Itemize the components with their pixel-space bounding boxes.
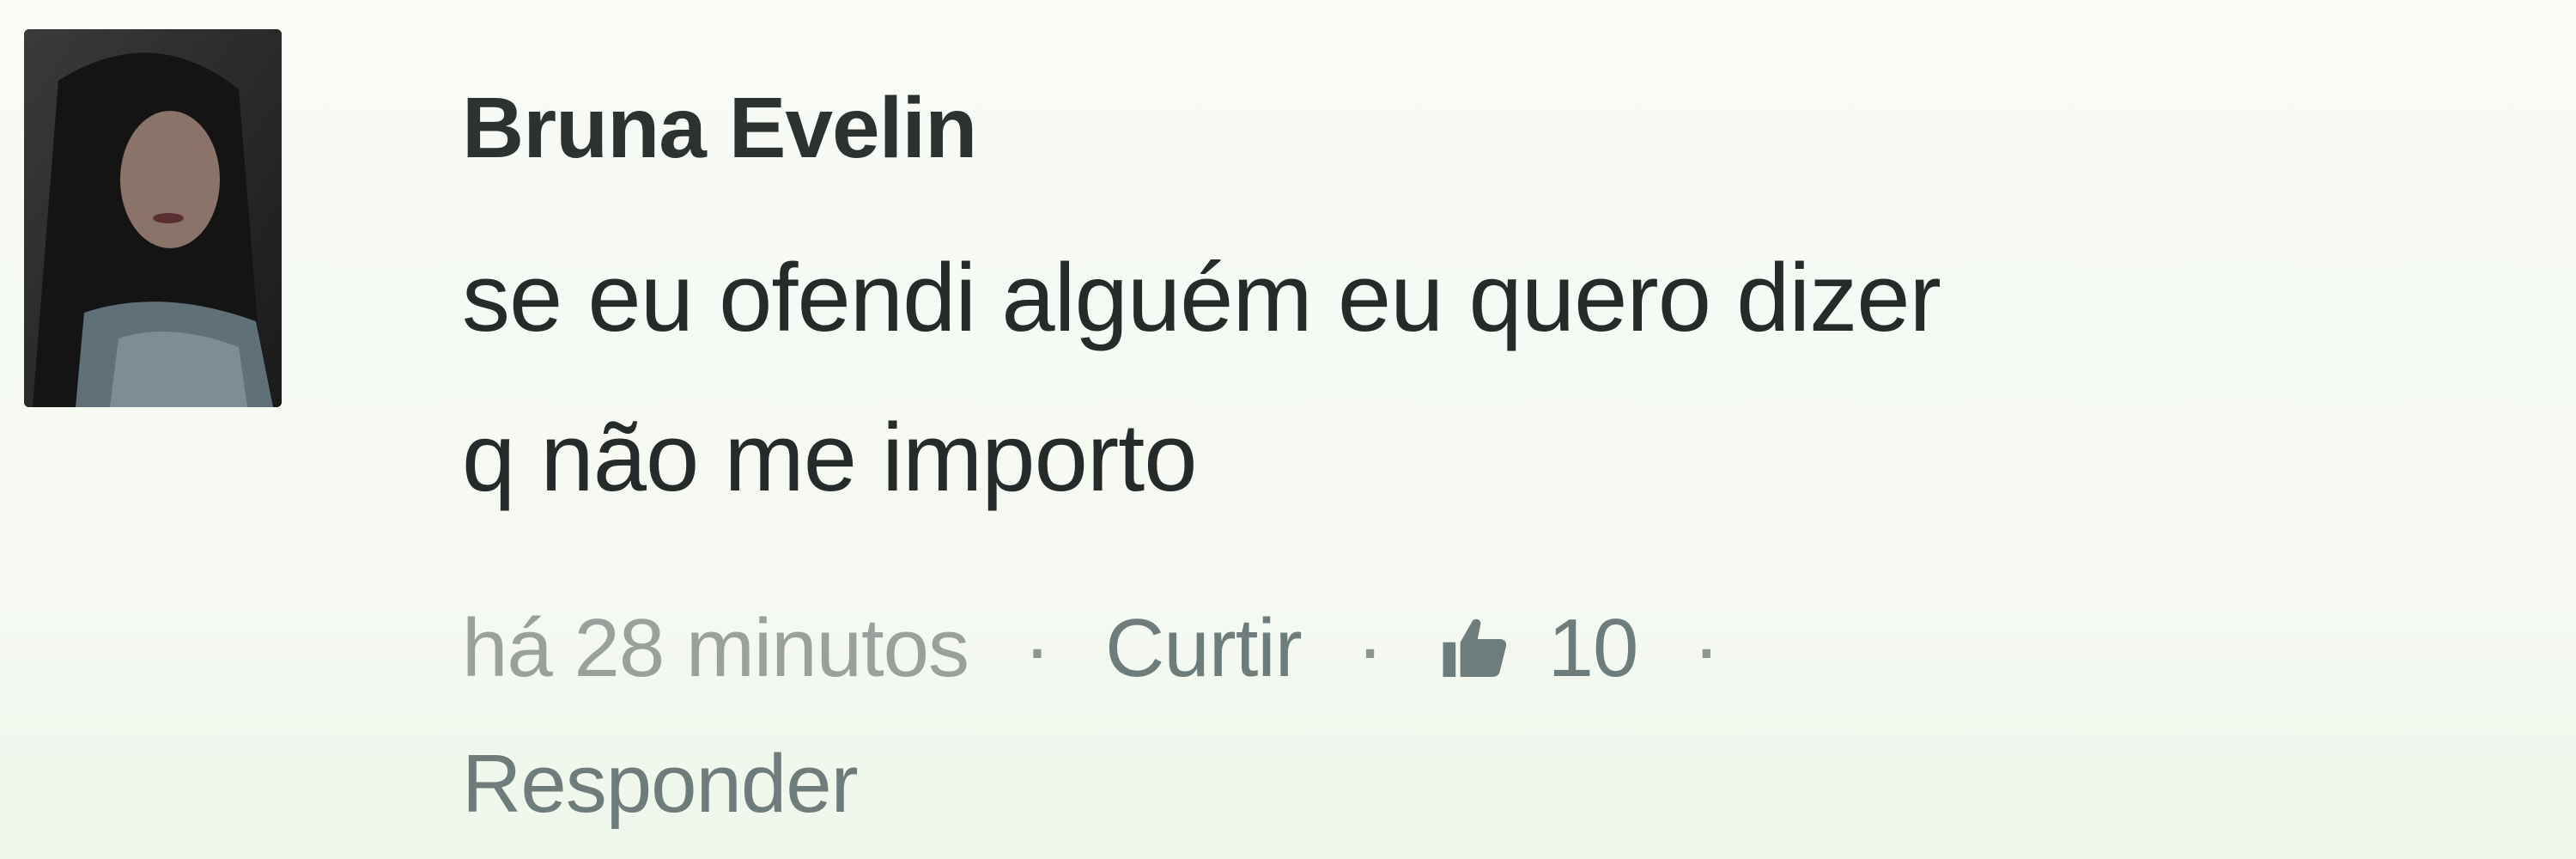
avatar-image bbox=[24, 29, 282, 407]
reply-button[interactable]: Responder bbox=[462, 737, 859, 832]
like-count-value: 10 bbox=[1547, 602, 1639, 694]
meta-separator: · bbox=[1356, 602, 1384, 694]
timestamp[interactable]: há 28 minutos bbox=[462, 601, 969, 696]
avatar[interactable] bbox=[24, 29, 282, 407]
meta-separator: · bbox=[1024, 602, 1051, 694]
like-count[interactable]: 10 bbox=[1438, 601, 1638, 696]
like-button[interactable]: Curtir bbox=[1105, 601, 1303, 696]
thumbs-up-icon bbox=[1443, 618, 1506, 677]
meta-separator: · bbox=[1692, 602, 1720, 694]
comment-text-line-1: se eu ofendi alguém eu quero dizer bbox=[462, 244, 1941, 351]
comment-meta: há 28 minutos · Curtir · 10 · bbox=[462, 601, 1774, 696]
comment-author[interactable]: Bruna Evelin bbox=[462, 79, 977, 178]
comment-text-line-2: q não me importo bbox=[462, 404, 1198, 511]
comment-item: Bruna Evelin se eu ofendi alguém eu quer… bbox=[0, 0, 2576, 859]
